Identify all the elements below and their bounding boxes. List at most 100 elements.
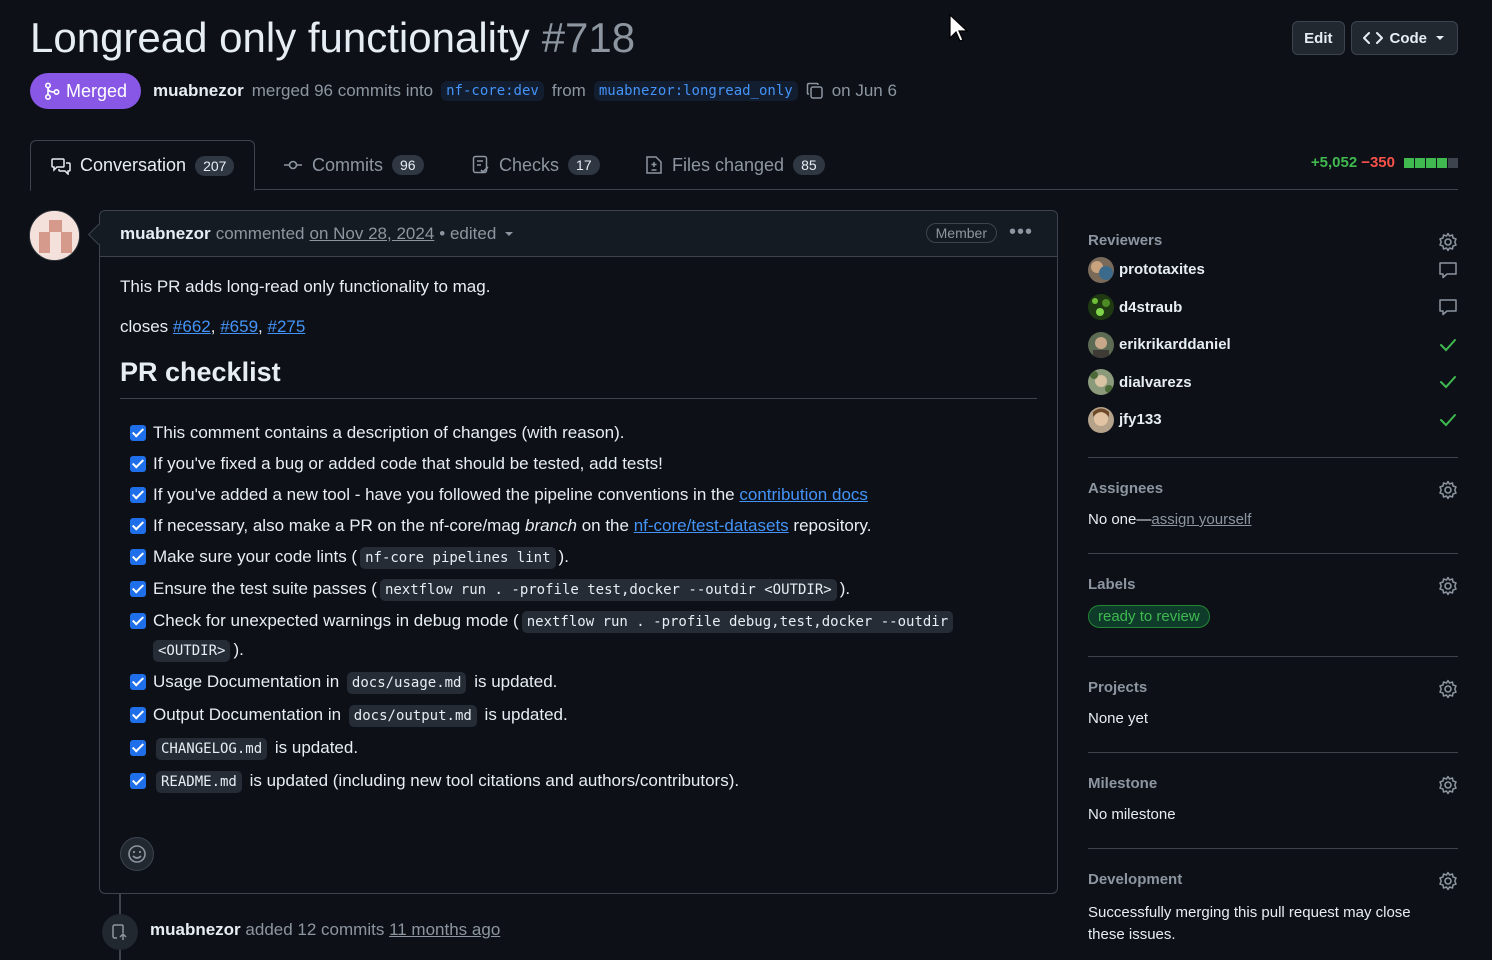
merged-date: on Jun 6 — [831, 81, 897, 100]
avatar[interactable] — [1088, 331, 1114, 358]
tab-commits-label: Commits — [312, 154, 383, 175]
label-ready-to-review[interactable]: ready to review — [1088, 605, 1210, 628]
header-actions: Edit Code — [1292, 21, 1458, 55]
comment-date[interactable]: on Nov 28, 2024 — [310, 224, 435, 244]
reviewer-row: d4straub — [1088, 289, 1458, 327]
contribution-docs-link[interactable]: contribution docs — [739, 485, 868, 504]
checklist-item: If you've fixed a bug or added code that… — [130, 450, 1037, 478]
tab-files-changed[interactable]: Files changed 85 — [645, 140, 825, 190]
code-icon — [1362, 32, 1383, 44]
milestone-value: No milestone — [1088, 806, 1176, 823]
checklist-text-part: Make sure your code lints ( — [153, 547, 358, 566]
tab-files-changed-label: Files changed — [672, 154, 785, 175]
checkbox-checked-icon[interactable] — [130, 456, 146, 472]
tab-commits[interactable]: Commits 96 — [283, 140, 424, 190]
checklist-text-part: If you've added a new tool - have you fo… — [153, 485, 735, 504]
timeline-time[interactable]: 11 months ago — [389, 920, 500, 939]
checklist-item: This comment contains a description of c… — [130, 419, 1037, 447]
diff-deletions: −350 — [1361, 154, 1395, 171]
checklist-text-part: Output Documentation in — [153, 705, 342, 724]
checklist-item: If you've added a new tool - have you fo… — [130, 481, 1037, 509]
checklist-item: Make sure your code lints (nf-core pipel… — [130, 543, 1037, 572]
code-button[interactable]: Code — [1350, 21, 1458, 55]
avatar-image — [1088, 369, 1114, 396]
gear-icon[interactable] — [1438, 480, 1458, 500]
diffstat-box — [1437, 157, 1447, 168]
reviewer-name[interactable]: dialvarezs — [1119, 374, 1192, 391]
caret-down-icon[interactable] — [504, 231, 514, 237]
assignees-value: No one—assign yourself — [1088, 511, 1458, 528]
tab-conversation-count: 207 — [195, 155, 235, 176]
commit-icon — [284, 160, 302, 170]
tab-checks-count: 17 — [568, 155, 600, 175]
checkbox-checked-icon[interactable] — [130, 674, 146, 690]
comment-icon — [1439, 299, 1457, 316]
assignees-section: Assignees No one—assign yourself — [1088, 458, 1458, 554]
inline-code: README.md — [156, 771, 242, 793]
timeline-author[interactable]: muabnezor — [150, 920, 241, 939]
assign-yourself-link[interactable]: assign yourself — [1151, 511, 1251, 528]
avatar[interactable] — [1088, 406, 1114, 433]
base-branch[interactable]: nf-core:dev — [441, 81, 544, 101]
checkbox-checked-icon[interactable] — [130, 581, 146, 597]
inline-code: docs/output.md — [348, 705, 477, 727]
avatar[interactable] — [1088, 294, 1114, 321]
checklist-text-part: is updated. — [274, 738, 359, 757]
gear-icon[interactable] — [1438, 679, 1458, 699]
checklist-text: Make sure your code lints (nf-core pipel… — [153, 543, 569, 572]
reviewer-name[interactable]: jfy133 — [1119, 411, 1162, 428]
smiley-icon — [128, 845, 146, 863]
avatar[interactable] — [1088, 369, 1114, 396]
edit-button[interactable]: Edit — [1292, 21, 1345, 55]
checklist-text-part: ). — [839, 579, 851, 598]
avatar[interactable] — [1088, 256, 1114, 283]
inline-code: <OUTDIR> — [153, 640, 231, 662]
avatar[interactable] — [29, 210, 80, 261]
gear-icon[interactable] — [1438, 871, 1458, 891]
assignees-none: No one— — [1088, 511, 1152, 528]
checkbox-checked-icon[interactable] — [130, 773, 146, 789]
comment-icon — [1439, 262, 1457, 278]
checklist-text-part: Usage Documentation in — [153, 672, 340, 691]
checkbox-checked-icon[interactable] — [130, 549, 146, 565]
checkbox-checked-icon[interactable] — [130, 740, 146, 756]
reviewer-name[interactable]: d4straub — [1119, 299, 1182, 316]
checkbox-checked-icon[interactable] — [130, 518, 146, 534]
tab-conversation[interactable]: Conversation 207 — [30, 140, 256, 191]
reviewer-row: erikrikarddaniel — [1088, 326, 1458, 364]
checkbox-checked-icon[interactable] — [130, 425, 146, 441]
development-title: Development — [1088, 871, 1183, 888]
reviewers-section: Reviewers prototaxites d4straub erikrika… — [1088, 222, 1458, 458]
gear-icon[interactable] — [1438, 232, 1458, 252]
kebab-menu-icon[interactable]: ••• — [1009, 221, 1033, 244]
copy-icon[interactable] — [806, 82, 824, 100]
test-datasets-link[interactable]: nf-core/test-datasets — [634, 516, 789, 535]
checkbox-checked-icon[interactable] — [130, 707, 146, 723]
edited-indicator[interactable]: • edited — [439, 224, 496, 244]
inline-code: nf-core pipelines lint — [360, 547, 556, 569]
gear-icon[interactable] — [1438, 576, 1458, 596]
pr-number: #718 — [541, 14, 636, 61]
pr-author-link[interactable]: muabnezor — [153, 81, 244, 101]
reviewers-title: Reviewers — [1088, 232, 1163, 249]
add-reaction-button[interactable] — [120, 837, 154, 871]
tab-checks-label: Checks — [499, 154, 560, 175]
assignees-title: Assignees — [1088, 480, 1164, 497]
gear-icon[interactable] — [1438, 775, 1458, 795]
issue-link[interactable]: #659 — [220, 317, 258, 336]
issue-link[interactable]: #275 — [267, 317, 305, 336]
merge-icon — [44, 82, 60, 100]
checklist-item: If necessary, also make a PR on the nf-c… — [130, 512, 1037, 540]
reviewer-name[interactable]: erikrikarddaniel — [1119, 336, 1231, 353]
comment-author[interactable]: muabnezor — [120, 224, 211, 244]
checkbox-checked-icon[interactable] — [130, 487, 146, 503]
reviewer-name[interactable]: prototaxites — [1119, 261, 1205, 278]
check-icon — [1440, 338, 1456, 352]
issue-link[interactable]: #662 — [173, 317, 211, 336]
tab-checks[interactable]: Checks 17 — [472, 140, 600, 190]
checkbox-checked-icon[interactable] — [130, 613, 146, 629]
reviewer-row: prototaxites — [1088, 251, 1458, 289]
head-branch[interactable]: muabnezor:longread_only — [593, 81, 798, 101]
repo-push-icon — [112, 924, 127, 940]
check-icon — [1440, 413, 1456, 427]
